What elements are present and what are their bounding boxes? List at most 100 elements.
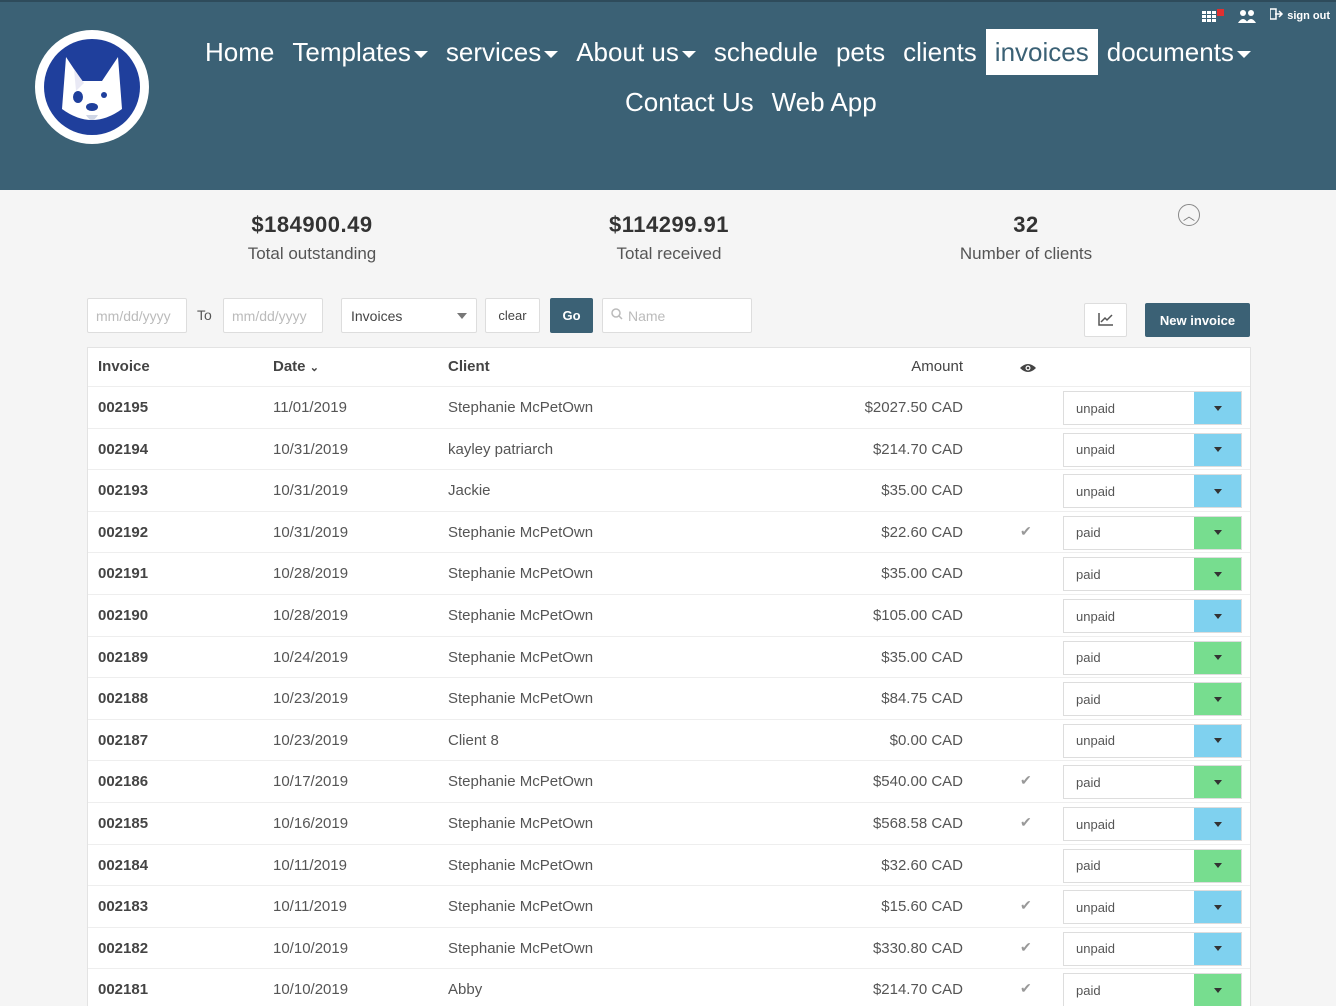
status-dropdown[interactable]: unpaid (1063, 391, 1242, 425)
go-button[interactable]: Go (550, 298, 593, 333)
filter-bar: mm/dd/yyyy To mm/dd/yyyy Invoices clear … (87, 298, 1251, 337)
status-dropdown[interactable]: paid (1063, 848, 1242, 883)
document-type-select[interactable]: Invoices (341, 298, 477, 333)
status-toggle-button[interactable] (1194, 849, 1241, 882)
table-row[interactable]: 002189 10/24/2019 Stephanie McPetOwn $35.00… (88, 635, 1250, 678)
collapse-summary-button[interactable]: ︿ (1178, 204, 1200, 226)
invoice-number[interactable]: 002183 (98, 898, 148, 915)
status-toggle-button[interactable] (1194, 683, 1241, 716)
table-row[interactable]: 002195 11/01/2019 Stephanie McPetOwn $2027.… (88, 386, 1250, 428)
status-toggle-button[interactable] (1194, 392, 1241, 424)
status-dropdown[interactable]: paid (1063, 640, 1242, 675)
caret-down-icon (1213, 696, 1222, 702)
status-dropdown[interactable]: unpaid (1063, 599, 1242, 633)
invoice-number[interactable]: 002186 (98, 773, 148, 790)
status-toggle-button[interactable] (1194, 558, 1241, 591)
status-dropdown[interactable]: paid (1063, 557, 1242, 592)
invoice-number[interactable]: 002189 (98, 649, 148, 666)
status-label: paid (1076, 566, 1101, 582)
table-row[interactable]: 002183 10/11/2019 Stephanie McPetOwn $15.60… (88, 885, 1250, 927)
apps-grid-icon[interactable] (1202, 8, 1225, 23)
invoice-number[interactable]: 002190 (98, 607, 148, 624)
header-amount[interactable]: Amount (911, 358, 963, 375)
status-dropdown[interactable]: paid (1063, 973, 1242, 1006)
nav-web-app[interactable]: Web App (763, 79, 886, 125)
header-invoice[interactable]: Invoice (98, 358, 150, 375)
status-toggle-button[interactable] (1194, 641, 1241, 674)
nav-schedule[interactable]: schedule (705, 29, 827, 75)
status-dropdown[interactable]: unpaid (1063, 474, 1242, 509)
invoice-number[interactable]: 002195 (98, 399, 148, 416)
invoice-number[interactable]: 002184 (98, 857, 148, 874)
status-dropdown[interactable]: unpaid (1063, 931, 1242, 966)
status-toggle-button[interactable] (1194, 808, 1241, 840)
status-dropdown[interactable]: paid (1063, 682, 1242, 717)
status-dropdown[interactable]: unpaid (1063, 432, 1242, 467)
invoice-number[interactable]: 002194 (98, 441, 148, 458)
status-toggle-button[interactable] (1194, 724, 1241, 757)
status-dropdown[interactable]: unpaid (1063, 890, 1242, 925)
table-row[interactable]: 002186 10/17/2019 Stephanie McPetOwn $540.0… (88, 760, 1250, 802)
main-nav: Home Templates services About us schedule pet… (196, 28, 1316, 117)
status-toggle-button[interactable] (1194, 974, 1241, 1006)
chart-button[interactable] (1084, 303, 1127, 337)
status-toggle-button[interactable] (1194, 932, 1241, 965)
invoice-amount: $568.58 CAD (872, 815, 963, 832)
invoice-number[interactable]: 002185 (98, 815, 148, 832)
date-to-input[interactable]: mm/dd/yyyy (223, 298, 323, 333)
status-toggle-button[interactable] (1194, 891, 1241, 924)
table-row[interactable]: 002185 10/16/2019 Stephanie McPetOwn $568.5… (88, 802, 1250, 844)
status-label: paid (1076, 774, 1101, 790)
nav-pets[interactable]: pets (827, 29, 894, 75)
invoice-number[interactable]: 002188 (98, 690, 148, 707)
status-dropdown[interactable]: unpaid (1063, 723, 1242, 758)
nav-contact-us[interactable]: Contact Us (616, 79, 763, 125)
header-date[interactable]: Date ⌄ (273, 358, 319, 375)
invoice-number[interactable]: 002193 (98, 482, 148, 499)
invoice-number[interactable]: 002182 (98, 940, 148, 957)
table-row[interactable]: 002181 10/10/2019 Abby $214.70 CAD ✔ paid (88, 968, 1250, 1006)
nav-clients[interactable]: clients (894, 29, 986, 75)
status-dropdown[interactable]: unpaid (1063, 807, 1242, 841)
name-search-input[interactable]: Name (602, 298, 752, 333)
nav-home[interactable]: Home (196, 29, 283, 75)
nav-templates[interactable]: Templates (283, 29, 437, 75)
status-toggle-button[interactable] (1194, 475, 1241, 508)
nav-services[interactable]: services (437, 29, 567, 75)
table-row[interactable]: 002192 10/31/2019 Stephanie McPetOwn $22.60… (88, 510, 1250, 553)
invoice-date: 10/28/2019 (273, 565, 349, 583)
header-client[interactable]: Client (448, 358, 490, 375)
invoice-number[interactable]: 002191 (98, 565, 148, 582)
invoice-date: 10/31/2019 (273, 482, 349, 500)
new-invoice-button[interactable]: New invoice (1145, 303, 1250, 337)
invoice-number[interactable]: 002192 (98, 524, 148, 541)
status-toggle-button[interactable] (1194, 516, 1241, 549)
users-icon[interactable] (1238, 9, 1257, 23)
table-row[interactable]: 002191 10/28/2019 Stephanie McPetOwn $35.00… (88, 552, 1250, 594)
caret-down-icon (681, 50, 696, 58)
status-toggle-button[interactable] (1194, 766, 1241, 799)
date-from-input[interactable]: mm/dd/yyyy (87, 298, 187, 333)
clear-button[interactable]: clear (485, 298, 540, 333)
status-dropdown[interactable]: paid (1063, 515, 1242, 550)
clients-value: 32 (1013, 212, 1039, 237)
nav-about-us[interactable]: About us (567, 29, 705, 75)
table-row[interactable]: 002182 10/10/2019 Stephanie McPetOwn $330.8… (88, 926, 1250, 969)
table-row[interactable]: 002190 10/28/2019 Stephanie McPetOwn $105.0… (88, 594, 1250, 636)
search-icon (611, 308, 623, 323)
table-row[interactable]: 002193 10/31/2019 Jackie $35.00 CAD unpaid (88, 469, 1250, 511)
table-row[interactable]: 002188 10/23/2019 Stephanie McPetOwn $84.75… (88, 677, 1250, 719)
nav-invoices[interactable]: invoices (985, 29, 1098, 75)
table-row[interactable]: 002194 10/31/2019 kayley patriarch $214.70 … (88, 427, 1250, 470)
table-row[interactable]: 002184 10/11/2019 Stephanie McPetOwn $32.60… (88, 843, 1250, 886)
table-row[interactable]: 002187 10/23/2019 Client 8 $0.00 CAD unpaid (88, 718, 1250, 761)
sign-out-link[interactable]: sign out (1269, 8, 1330, 23)
status-toggle-button[interactable] (1194, 433, 1241, 466)
invoice-number[interactable]: 002181 (98, 981, 148, 998)
logo[interactable] (35, 30, 149, 144)
status-toggle-button[interactable] (1194, 600, 1241, 632)
status-dropdown[interactable]: paid (1063, 765, 1242, 800)
nav-documents[interactable]: documents (1098, 29, 1260, 75)
viewed-check-icon: ✔ (1020, 897, 1032, 914)
invoice-number[interactable]: 002187 (98, 732, 148, 749)
